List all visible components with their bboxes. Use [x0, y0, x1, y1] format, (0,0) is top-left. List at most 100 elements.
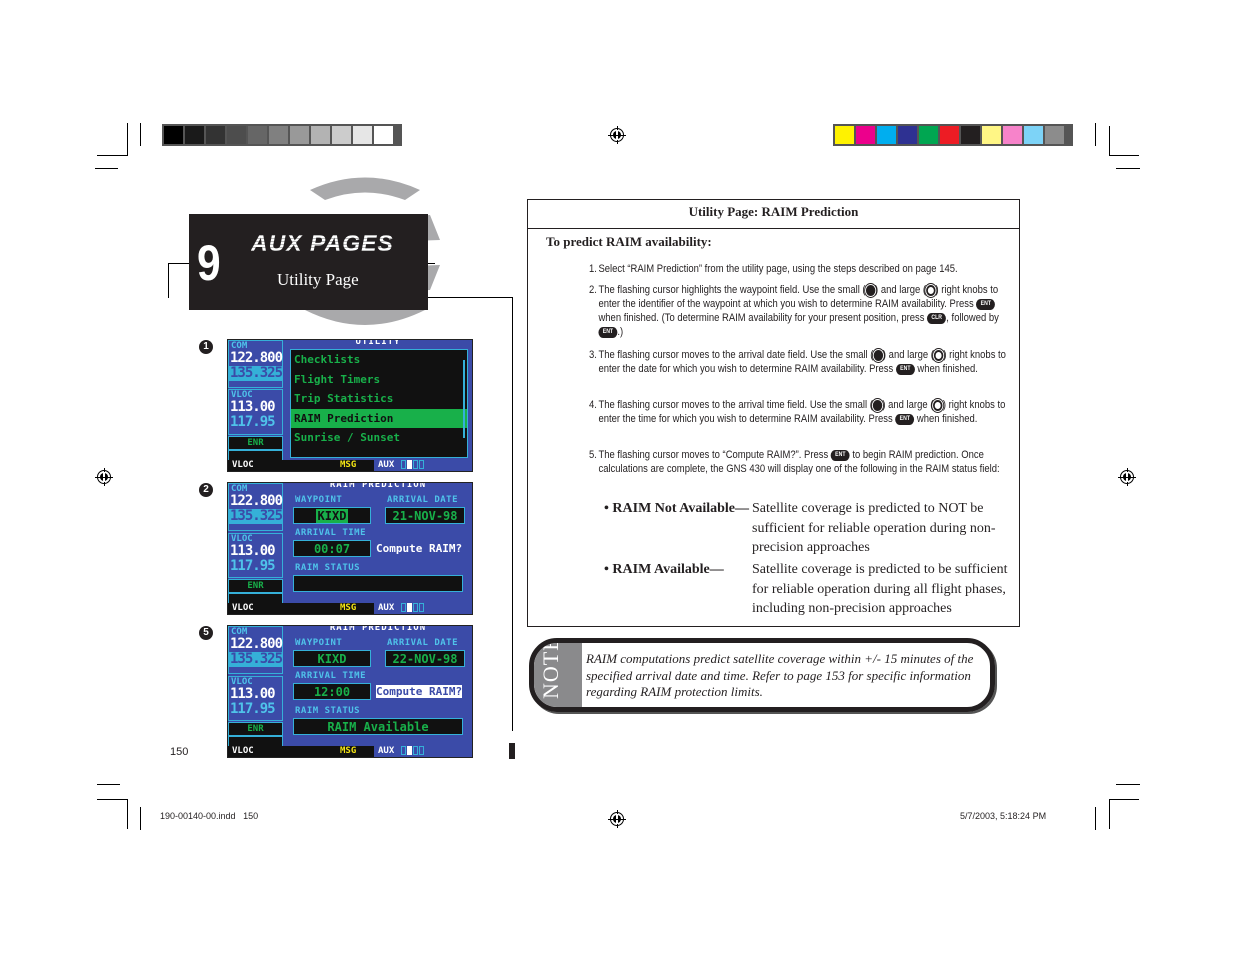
crop-mark: [1116, 168, 1140, 169]
cdi-source: VLOC: [232, 746, 254, 756]
step-text: when finished.: [914, 363, 978, 375]
menu-item-raim-prediction[interactable]: RAIM Prediction: [291, 408, 467, 428]
step-text: The flashing cursor highlights the waypo…: [598, 284, 866, 296]
registration-mark-icon: [1118, 468, 1136, 486]
step-number: 3.: [589, 349, 597, 361]
message-annunciator: MSG: [340, 603, 357, 613]
gray-swatch: [206, 126, 225, 144]
gray-swatch: [227, 126, 246, 144]
utility-menu: Checklists Flight Timers Trip Statistics…: [290, 349, 468, 458]
crop-mark: [1109, 799, 1110, 829]
com-window: COM 122.800 135.325: [228, 340, 283, 388]
crop-mark: [97, 155, 128, 156]
compute-raim-button[interactable]: Compute RAIM?: [376, 542, 462, 555]
chapter-number: 9: [197, 235, 221, 291]
crop-mark: [1109, 799, 1139, 800]
crop-mark: [140, 123, 141, 146]
flight-phase-mode: ENR: [228, 722, 283, 736]
step-text: The flashing cursor moves to the arrival…: [598, 399, 873, 411]
compute-raim-button[interactable]: Compute RAIM?: [376, 685, 463, 698]
gray-swatch: [290, 126, 309, 144]
raim-status-label: RAIM STATUS: [295, 706, 361, 716]
status-bar: VLOC MSG AUX: [228, 460, 472, 471]
bullet-term: • RAIM Not Available—: [604, 501, 750, 516]
vloc-standby-frequency: 117.95: [230, 414, 276, 430]
ent-key-icon: ENT: [895, 413, 915, 425]
vloc-standby-frequency: 117.95: [230, 558, 276, 574]
note-text: RAIM computations predict satellite cove…: [586, 651, 974, 699]
color-swatch: [1045, 126, 1064, 144]
large-knob-icon: [933, 349, 944, 361]
page-group: AUX: [374, 603, 472, 614]
menu-item-checklists[interactable]: Checklists: [291, 350, 467, 370]
vloc-active-frequency: 113.00: [230, 686, 276, 702]
ent-key-icon: ENT: [976, 298, 996, 310]
print-timestamp: 5/7/2003, 5:18:24 PM: [960, 811, 1047, 821]
ent-key-icon: ENT: [598, 326, 618, 338]
bullet-term: • RAIM Available—: [604, 562, 724, 577]
arrival-time-field[interactable]: 00:07: [293, 540, 371, 557]
process-color-bar: [833, 124, 1073, 146]
arrival-date-field[interactable]: 22-NOV-98: [385, 650, 465, 667]
page-group: AUX: [374, 460, 472, 471]
bullet-description: Satellite coverage is predicted to NOT b…: [752, 501, 996, 555]
step-marker: 2: [199, 483, 213, 497]
gray-swatch: [248, 126, 267, 144]
page-number: 150: [170, 746, 189, 758]
menu-item-flight-timers[interactable]: Flight Timers: [291, 370, 467, 390]
step-number: 5.: [589, 449, 597, 461]
step-4: 4. The flashing cursor moves to the arri…: [589, 398, 1009, 426]
flight-phase-mode: ENR: [228, 436, 283, 450]
flight-phase-mode: ENR: [228, 579, 283, 593]
status-bar: VLOC MSG AUX: [228, 603, 472, 614]
step-marker: 5: [199, 626, 213, 640]
color-swatch: [835, 126, 854, 144]
crop-mark: [95, 168, 118, 169]
ent-key-icon: ENT: [830, 449, 850, 461]
panel-title: Utility Page: RAIM Prediction: [528, 200, 1019, 229]
vloc-standby-frequency: 117.95: [230, 701, 276, 717]
gns-raim-result-screen: COM 122.800 135.325 VLOC 113.00 117.95 E…: [227, 625, 473, 758]
step-text: .): [617, 326, 624, 338]
note-label: NOTE: [538, 638, 563, 699]
arrival-date-label: ARRIVAL DATE: [387, 495, 459, 505]
menu-item-sunrise-sunset[interactable]: Sunrise / Sunset: [291, 428, 467, 448]
step-1: 1. Select “RAIM Prediction” from the uti…: [589, 262, 1009, 276]
arrival-time-field[interactable]: 12:00: [293, 683, 371, 700]
crop-mark: [1095, 123, 1096, 146]
note-box: NOTE RAIM computations predict satellite…: [529, 638, 995, 712]
com-standby-frequency: 135.325: [229, 508, 283, 524]
step-text: The flashing cursor moves to “Compute RA…: [598, 449, 831, 461]
color-swatch: [898, 126, 917, 144]
step-marker: 1: [199, 340, 213, 354]
step-5: 5. The flashing cursor moves to “Compute…: [589, 448, 1009, 476]
step-text: ) and large (: [875, 284, 927, 296]
scrollbar[interactable]: [463, 360, 465, 438]
raim-status-field: RAIM Available: [293, 718, 463, 735]
waypoint-field[interactable]: KIXD: [293, 650, 371, 667]
chapter-header: 9 AUX PAGES Utility Page: [189, 214, 428, 310]
large-knob-icon: [933, 399, 943, 411]
com-standby-frequency: 135.325: [229, 365, 283, 381]
step-text: ) and large (: [882, 349, 934, 361]
screen-title: RAIM PREDICTION: [329, 625, 427, 633]
com-active-frequency: 122.800: [230, 493, 283, 509]
vloc-window: VLOC 113.00 117.95: [228, 533, 283, 578]
color-swatch: [1003, 126, 1022, 144]
step-number: 4.: [589, 399, 597, 411]
step-text: The flashing cursor moves to the arrival…: [598, 349, 874, 361]
crop-mark: [97, 799, 127, 800]
menu-item-trip-statistics[interactable]: Trip Statistics: [291, 389, 467, 409]
gns-raim-prediction-screen: COM 122.800 135.325 VLOC 113.00 117.95 E…: [227, 482, 473, 615]
header-rule: [512, 297, 513, 731]
color-swatch: [982, 126, 1001, 144]
arrival-date-field[interactable]: 21-NOV-98: [385, 507, 465, 524]
waypoint-label: WAYPOINT: [295, 638, 343, 648]
file-slug: 190-00140-00.indd 150: [160, 811, 259, 821]
waypoint-value: KIXD: [315, 509, 349, 523]
color-swatch: [940, 126, 959, 144]
page-group: AUX: [374, 746, 472, 757]
raim-status-label: RAIM STATUS: [295, 563, 361, 573]
section-title: Utility Page: [277, 270, 359, 289]
waypoint-field[interactable]: KIXD: [293, 507, 371, 524]
